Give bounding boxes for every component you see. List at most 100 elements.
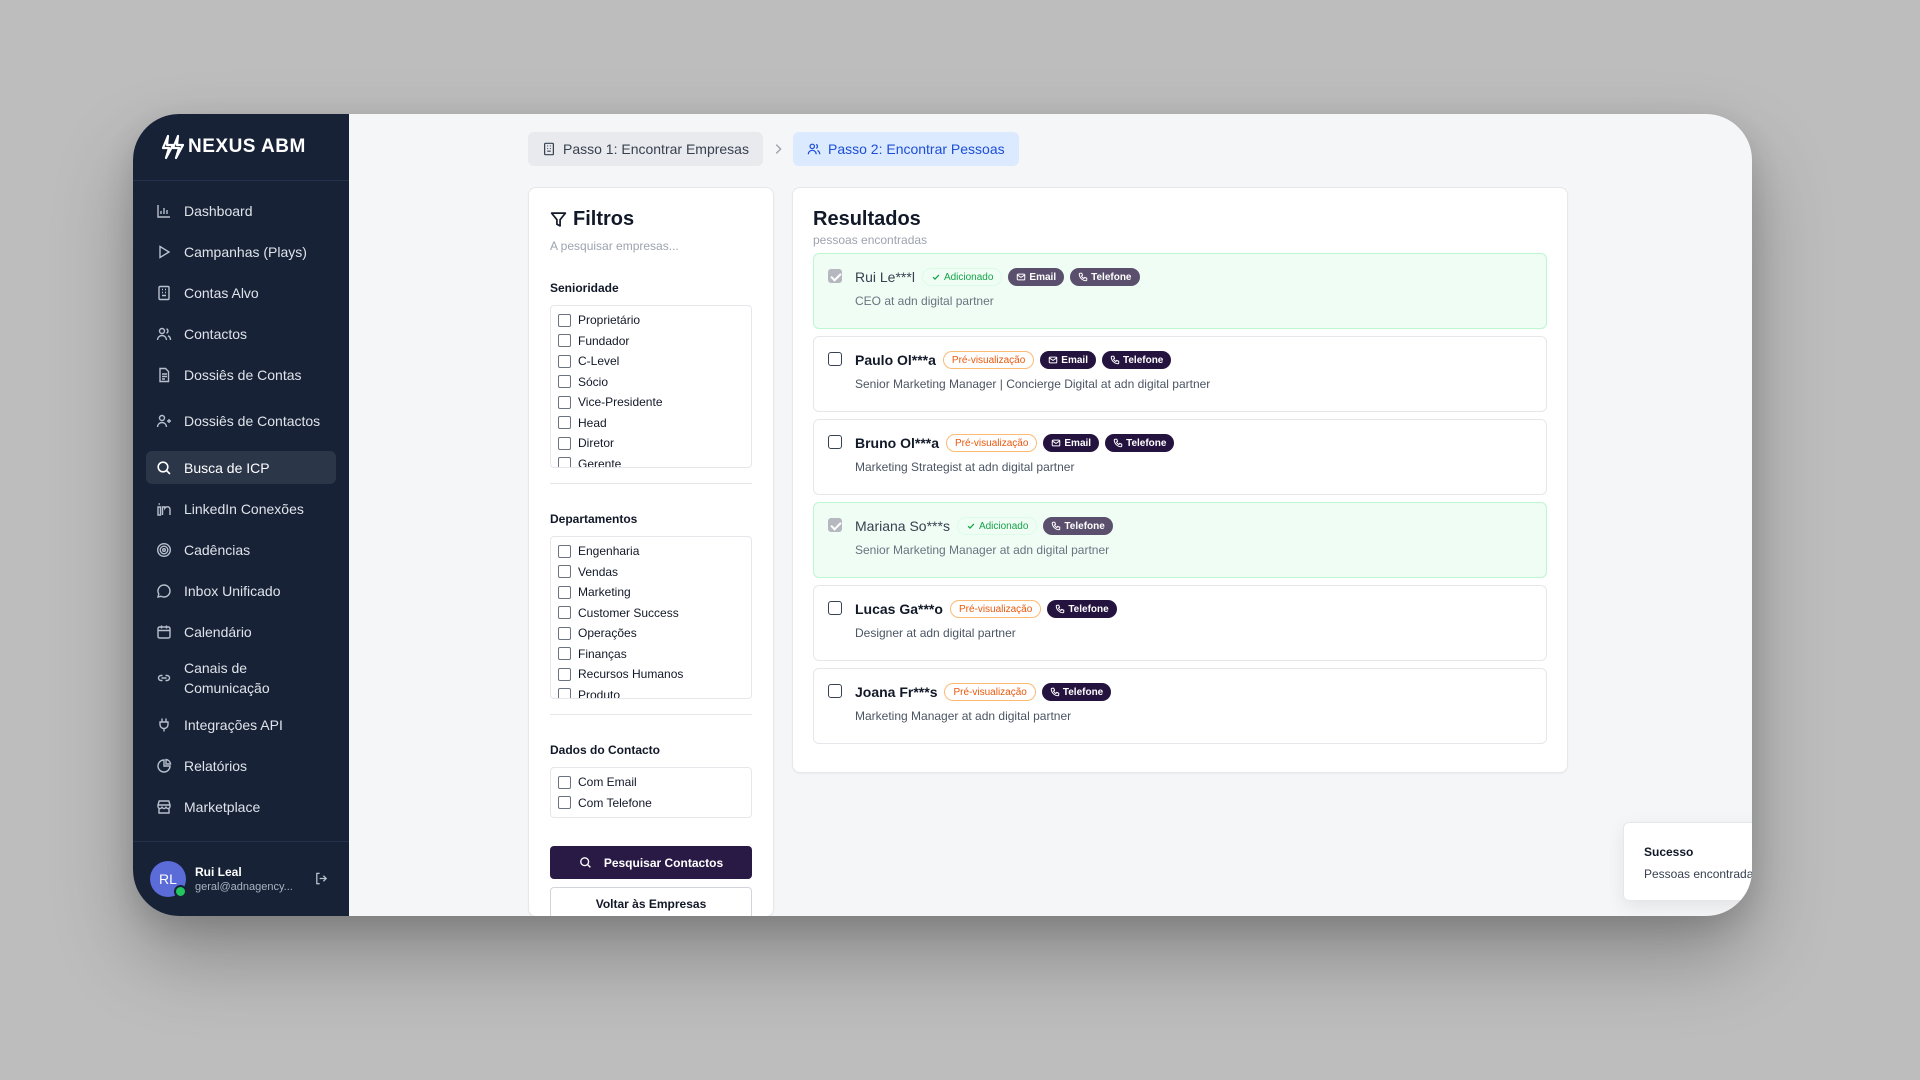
sidebar-item-dashboard[interactable]: Dashboard [146,194,336,227]
checkbox[interactable] [558,606,571,620]
department-option[interactable]: Recursos Humanos [558,664,744,685]
results-panel: Resultados pessoas encontradas Rui Le***… [792,187,1568,773]
status-badge: Adicionado [956,517,1038,535]
person-role: Marketing Manager at adn digital partner [855,709,1072,723]
seniority-option[interactable]: Gerente [558,454,744,467]
select-checkbox[interactable] [828,518,842,532]
status-badge: Pré-visualização [946,434,1038,452]
select-checkbox[interactable] [828,352,842,366]
sidebar-item-reports[interactable]: Relatórios [146,749,336,782]
phone-badge: Telefone [1047,600,1117,618]
checkbox[interactable] [558,775,571,789]
mail-icon [1049,356,1058,364]
checkbox[interactable] [558,416,571,430]
phone-icon [1052,521,1061,531]
checkbox[interactable] [558,544,571,558]
checkbox[interactable] [558,585,571,599]
tab-step-2[interactable]: Passo 2: Encontrar Pessoas [792,132,1019,166]
select-checkbox[interactable] [828,684,842,698]
sidebar-item-icp-search[interactable]: Busca de ICP [146,451,336,484]
seniority-option[interactable]: Sócio [558,372,744,393]
department-option[interactable]: Customer Success [558,603,744,624]
contact-option-email[interactable]: Com Email [558,772,744,793]
select-checkbox[interactable] [828,435,842,449]
checkbox[interactable] [558,395,571,409]
sidebar-item-label: Campanhas (Plays) [184,243,307,260]
sidebar-item-calendar[interactable]: Calendário [146,615,336,648]
mail-icon [1017,273,1026,281]
checkbox[interactable] [558,647,571,661]
list-item[interactable]: Joana Fr***s Pré-visualização Telefone M… [813,668,1547,744]
person-name: Lucas Ga***o [855,601,943,617]
sidebar-item-target-accounts[interactable]: Contas Alvo [146,276,336,309]
select-checkbox[interactable] [828,601,842,615]
sidebar-item-marketplace[interactable]: Marketplace [146,790,336,823]
user-plus-icon [156,414,171,428]
checkbox[interactable] [558,565,571,579]
checkbox[interactable] [558,667,571,681]
seniority-option[interactable]: Proprietário [558,310,744,331]
checkbox[interactable] [558,688,571,698]
checkbox[interactable] [558,313,571,327]
sidebar-item-label: Marketplace [184,798,261,815]
checkbox[interactable] [558,436,571,450]
sidebar-item-label: LinkedIn Conexões [184,500,304,517]
seniority-option[interactable]: C-Level [558,351,744,372]
tab-step-1[interactable]: Passo 1: Encontrar Empresas [528,132,763,166]
list-item[interactable]: Lucas Ga***o Pré-visualização Telefone D… [813,585,1547,661]
sidebar-item-linkedin[interactable]: LinkedIn Conexões [146,492,336,525]
toast-notification[interactable]: Sucesso Pessoas encontradas [1623,822,1752,901]
status-badge: Pré-visualização [944,683,1036,701]
seniority-option[interactable]: Head [558,413,744,434]
seniority-option[interactable]: Fundador [558,331,744,352]
sidebar-item-inbox[interactable]: Inbox Unificado [146,574,336,607]
sidebar-item-contacts[interactable]: Contactos [146,317,336,350]
list-item[interactable]: Bruno Ol***a Pré-visualização Email Tele… [813,419,1547,495]
department-option[interactable]: Finanças [558,644,744,665]
search-contacts-button[interactable]: Pesquisar Contactos [550,846,752,879]
bar-chart-icon [157,204,170,218]
logout-icon[interactable] [314,871,329,886]
list-item[interactable]: Mariana So***s Adicionado Telefone Senio… [813,502,1547,578]
list-item[interactable]: Paulo Ol***a Pré-visualização Email Tele… [813,336,1547,412]
chevron-right-icon [775,144,782,154]
sidebar-item-label: Canais de Comunicação [184,660,270,696]
contact-option-phone[interactable]: Com Telefone [558,793,744,814]
checkbox[interactable] [558,334,571,348]
person-name: Paulo Ol***a [855,352,936,368]
list-item[interactable]: Rui Le***l Adicionado Email Telefone CEO… [813,253,1547,329]
department-option[interactable]: Engenharia [558,541,744,562]
tab-label: Passo 1: Encontrar Empresas [563,141,749,157]
sidebar-item-account-dossiers[interactable]: Dossiês de Contas [146,358,336,391]
sidebar-item-campaigns[interactable]: Campanhas (Plays) [146,235,336,268]
sidebar-item-channels[interactable]: Canais de Comunicação [146,656,336,700]
sidebar-item-label: Contactos [184,325,248,342]
brand-logo[interactable]: NEXUS ABM [133,114,349,181]
sidebar-item-contact-dossiers[interactable]: Dossiês de Contactos [146,399,336,443]
checkbox[interactable] [558,457,571,467]
person-role: Marketing Strategist at adn digital part… [855,460,1075,474]
results-list: Rui Le***l Adicionado Email Telefone CEO… [813,253,1547,744]
department-option[interactable]: Marketing [558,582,744,603]
status-badge: Pré-visualização [949,600,1042,618]
message-icon [157,583,171,598]
seniority-option[interactable]: Vice-Presidente [558,392,744,413]
department-option[interactable]: Produto [558,685,744,698]
department-option[interactable]: Operações [558,623,744,644]
seniority-option[interactable]: Diretor [558,433,744,454]
checkbox[interactable] [558,796,571,810]
checkbox[interactable] [558,375,571,389]
department-option[interactable]: Vendas [558,562,744,583]
departments-list[interactable]: Engenharia Vendas Marketing Customer Suc… [550,536,752,699]
seniority-list[interactable]: Proprietário Fundador C-Level Sócio Vice… [550,305,752,468]
checkbox[interactable] [558,354,571,368]
avatar[interactable]: RL [150,861,187,898]
back-to-companies-button[interactable]: Voltar às Empresas [550,887,752,916]
person-role: CEO at adn digital partner [855,294,994,308]
filters-title: Filtros [550,208,752,231]
sidebar-item-label: Dashboard [184,202,253,219]
sidebar-item-integrations[interactable]: Integrações API [146,708,336,741]
checkbox[interactable] [558,626,571,640]
select-checkbox[interactable] [828,269,842,283]
sidebar-item-cadences[interactable]: Cadências [146,533,336,566]
